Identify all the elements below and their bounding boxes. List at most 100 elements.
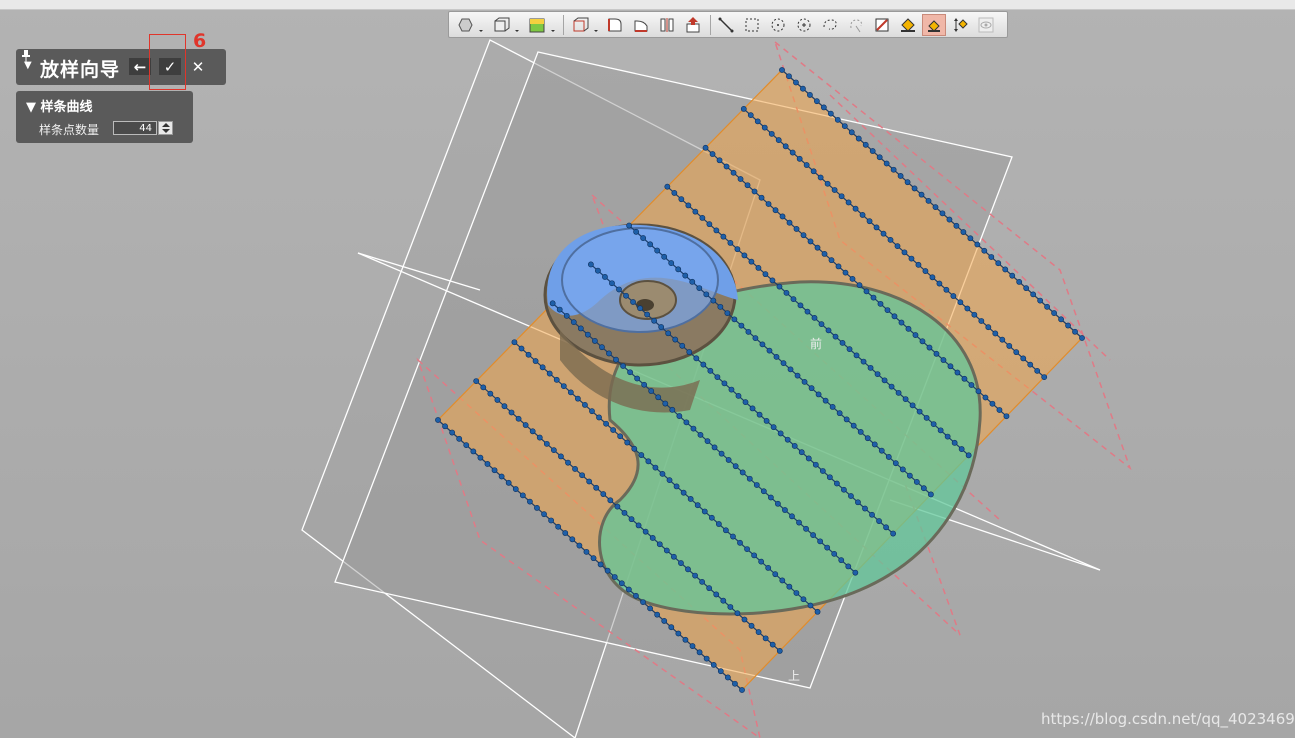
spline-point[interactable]: [835, 263, 842, 270]
spline-point[interactable]: [584, 331, 591, 338]
spline-point[interactable]: [756, 411, 763, 418]
spline-point[interactable]: [590, 555, 597, 562]
spline-point[interactable]: [699, 215, 706, 221]
spline-point[interactable]: [759, 341, 766, 348]
spline-point[interactable]: [939, 210, 946, 217]
spline-point[interactable]: [727, 239, 734, 246]
spline-point[interactable]: [849, 275, 856, 282]
line-icon[interactable]: [714, 14, 738, 36]
spline-point[interactable]: [696, 649, 703, 656]
spline-point[interactable]: [926, 344, 933, 351]
spline-point[interactable]: [703, 655, 710, 662]
spline-point[interactable]: [767, 494, 774, 501]
spline-point[interactable]: [731, 316, 738, 323]
spline-point[interactable]: [1003, 413, 1010, 420]
spline-point[interactable]: [789, 149, 796, 156]
spline-point[interactable]: [620, 363, 626, 369]
spline-point[interactable]: [783, 289, 790, 296]
spline-point[interactable]: [807, 602, 814, 609]
spline-point[interactable]: [694, 502, 701, 509]
spline-point[interactable]: [678, 560, 684, 566]
spline-point[interactable]: [824, 180, 831, 187]
spline-point[interactable]: [606, 350, 612, 357]
spline-point[interactable]: [908, 255, 915, 262]
spline-point[interactable]: [1013, 349, 1020, 356]
spline-point[interactable]: [739, 687, 745, 693]
spline-point[interactable]: [498, 473, 505, 480]
spline-point[interactable]: [682, 636, 689, 643]
spline-point[interactable]: [690, 425, 697, 432]
spline-point[interactable]: [616, 286, 622, 293]
spline-point[interactable]: [791, 443, 798, 449]
spline-point[interactable]: [717, 303, 724, 310]
spline-point[interactable]: [548, 517, 555, 524]
spline-point[interactable]: [748, 258, 755, 265]
spline-point[interactable]: [775, 137, 782, 143]
spline-point[interactable]: [779, 67, 785, 73]
spline-point[interactable]: [860, 358, 867, 365]
spline-point[interactable]: [671, 190, 678, 196]
spline-point[interactable]: [599, 344, 605, 351]
spline-point[interactable]: [953, 222, 960, 229]
spline-point[interactable]: [642, 528, 649, 535]
spline-point[interactable]: [876, 154, 883, 161]
spline-point[interactable]: [850, 422, 857, 429]
spline-point[interactable]: [449, 429, 456, 436]
color-shade-icon[interactable]: [524, 14, 558, 36]
spline-point[interactable]: [862, 505, 868, 512]
spline-point[interactable]: [595, 267, 601, 274]
spline-point[interactable]: [758, 194, 765, 201]
spline-point[interactable]: [550, 447, 557, 454]
spline-point[interactable]: [607, 497, 614, 504]
spline-point[interactable]: [1072, 328, 1078, 335]
spline-point[interactable]: [883, 160, 890, 167]
spline-point[interactable]: [610, 427, 617, 433]
spline-point[interactable]: [621, 509, 628, 516]
spline-point[interactable]: [755, 264, 762, 271]
spline-point[interactable]: [958, 446, 965, 452]
spline-point[interactable]: [751, 188, 758, 195]
spline-point[interactable]: [641, 381, 648, 388]
spline-point[interactable]: [623, 292, 629, 299]
spline-point[interactable]: [897, 173, 904, 179]
spline-point[interactable]: [611, 574, 618, 580]
spline-point[interactable]: [724, 310, 731, 317]
spline-point[interactable]: [927, 491, 934, 498]
spline-point[interactable]: [670, 553, 677, 560]
spline-point[interactable]: [730, 533, 736, 540]
spline-point[interactable]: [644, 311, 651, 318]
spline-point[interactable]: [817, 538, 824, 545]
scene-canvas[interactable]: 前 上: [0, 0, 1295, 738]
spline-point[interactable]: [721, 380, 728, 387]
spline-point[interactable]: [762, 271, 769, 278]
spline-point[interactable]: [686, 349, 693, 355]
spline-point[interactable]: [836, 410, 843, 417]
spline-point[interactable]: [834, 116, 841, 123]
spline-point[interactable]: [867, 364, 874, 371]
spline-point[interactable]: [754, 118, 761, 125]
spline-point[interactable]: [692, 572, 698, 579]
spline-point[interactable]: [744, 182, 751, 189]
spline-point[interactable]: [692, 208, 699, 215]
spline-point[interactable]: [579, 472, 586, 479]
spline-point[interactable]: [894, 243, 901, 250]
spline-point[interactable]: [820, 104, 827, 111]
spline-point[interactable]: [797, 302, 804, 309]
spline-point[interactable]: [951, 439, 958, 446]
spline-point[interactable]: [887, 236, 894, 243]
spline-point[interactable]: [929, 274, 936, 281]
spline-point[interactable]: [873, 224, 880, 231]
spline-point[interactable]: [706, 585, 713, 592]
spline-point[interactable]: [1034, 367, 1041, 374]
spline-point[interactable]: [814, 244, 821, 251]
decrement-icon[interactable]: [162, 129, 170, 133]
spline-point[interactable]: [909, 402, 916, 409]
spline-point[interactable]: [779, 577, 786, 584]
spline-point[interactable]: [645, 458, 652, 465]
spline-point[interactable]: [672, 336, 679, 343]
spline-point[interactable]: [676, 413, 683, 419]
spline-point[interactable]: [782, 507, 788, 513]
spline-point[interactable]: [687, 496, 694, 502]
spline-point[interactable]: [689, 278, 696, 285]
spline-point[interactable]: [811, 314, 818, 321]
